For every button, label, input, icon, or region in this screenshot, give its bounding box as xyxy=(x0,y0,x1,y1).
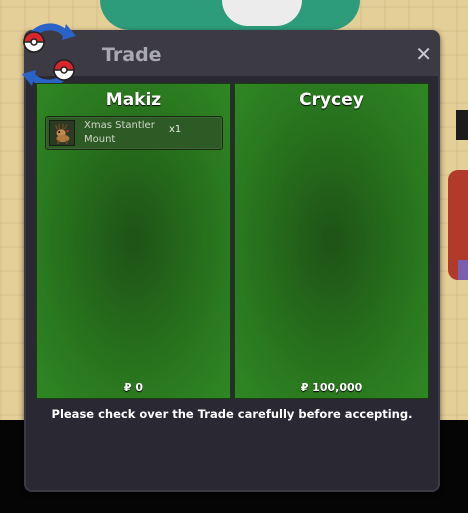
background-sprite xyxy=(456,110,468,140)
close-icon[interactable]: ✕ xyxy=(415,42,432,66)
right-player-name: Crycey xyxy=(299,90,364,110)
stantler-icon xyxy=(49,120,75,146)
item-quantity: x1 xyxy=(169,124,182,135)
trade-item-slot[interactable]: Xmas Stantler Mount x1 xyxy=(45,116,223,150)
trade-arrows-icon xyxy=(22,23,76,87)
background-sprite xyxy=(458,260,468,280)
window-title: Trade xyxy=(102,44,162,66)
left-money-offer: ₽ 0 xyxy=(123,381,144,394)
background-sprite xyxy=(100,0,360,30)
title-bar[interactable]: Trade ✕ xyxy=(22,23,438,87)
right-trade-panel: Crycey ₽ 100,000 xyxy=(234,83,429,399)
left-player-name: Makiz xyxy=(105,90,162,110)
trade-warning-message: Please check over the Trade carefully be… xyxy=(51,407,413,421)
right-money-offer: ₽ 100,000 xyxy=(300,381,363,394)
left-trade-panel: Makiz Xmas Stantler Mount x1 ₽ 0 xyxy=(36,83,231,399)
trade-window: Trade ✕ Makiz Xmas Stantler Mount x1 ₽ 0 xyxy=(22,23,440,492)
